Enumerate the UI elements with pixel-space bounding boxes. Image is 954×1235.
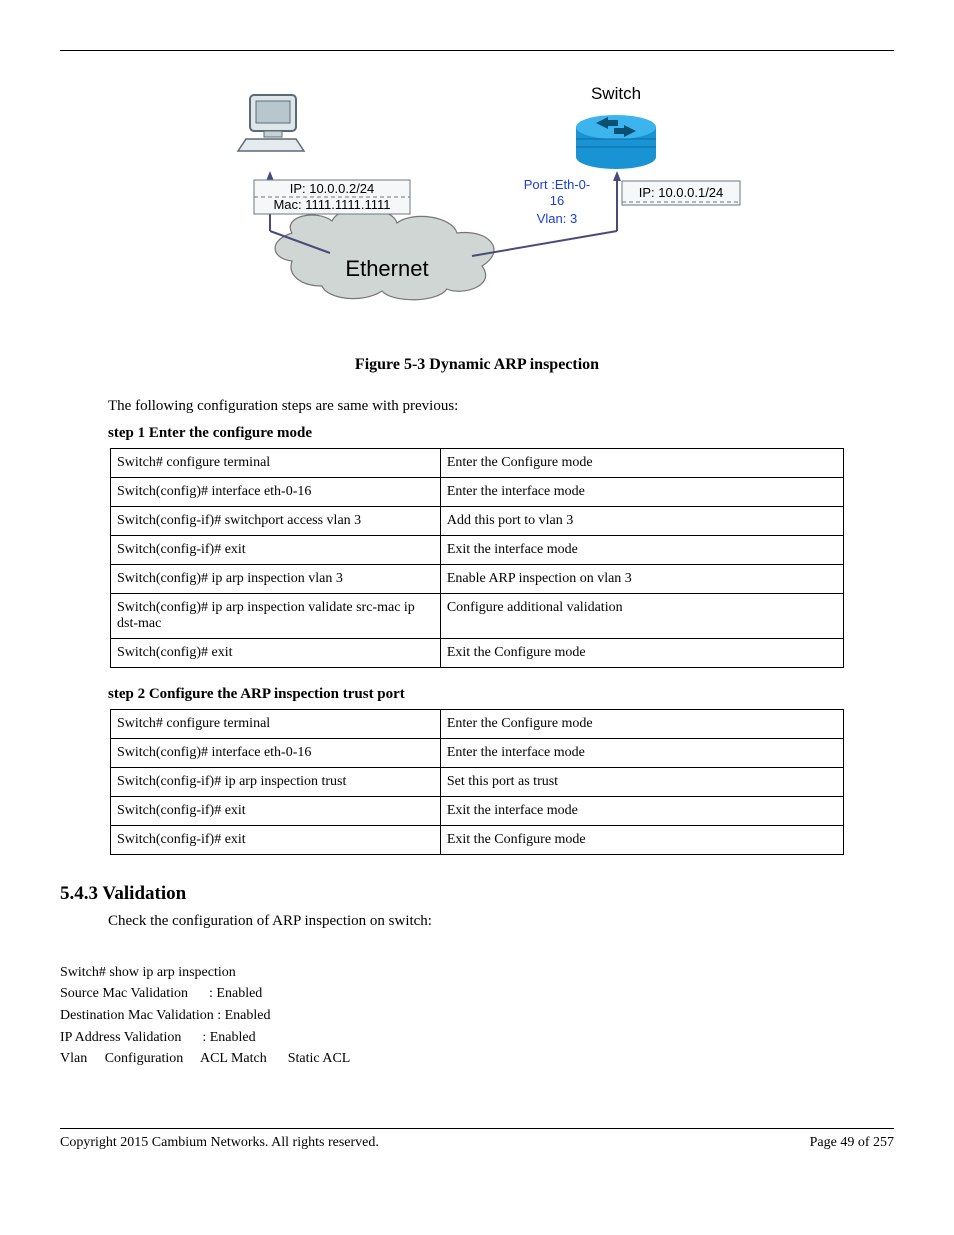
footer-rule bbox=[60, 1128, 894, 1129]
table-row: Switch(config-if)# exitExit the Configur… bbox=[111, 826, 844, 855]
footer-page: Page 49 of 257 bbox=[810, 1135, 894, 1151]
svg-text:Port :Eth-0-: Port :Eth-0- bbox=[524, 177, 590, 192]
switch-ip-box: IP: 10.0.0.1/24 bbox=[622, 181, 740, 205]
pc-label-box: IP: 10.0.0.2/24 Mac: 1111.1111.1111 bbox=[254, 180, 410, 214]
table-row: Switch(config)# interface eth-0-16Enter … bbox=[111, 478, 844, 507]
table-row: Switch# configure terminalEnter the Conf… bbox=[111, 710, 844, 739]
top-rule bbox=[60, 50, 894, 51]
table-row: Switch(config)# exitExit the Configure m… bbox=[111, 639, 844, 668]
table-row: Switch(config-if)# exitExit the interfac… bbox=[111, 797, 844, 826]
table-row: Switch(config-if)# switchport access vla… bbox=[111, 507, 844, 536]
page-footer: Copyright 2015 Cambium Networks. All rig… bbox=[60, 1135, 894, 1151]
table-row: Switch(config)# ip arp inspection valida… bbox=[111, 594, 844, 639]
table-row: Switch(config)# interface eth-0-16Enter … bbox=[111, 739, 844, 768]
pc-mac: Mac: 1111.1111.1111 bbox=[273, 197, 390, 212]
svg-text:16: 16 bbox=[550, 193, 564, 208]
table-row: Switch(config-if)# ip arp inspection tru… bbox=[111, 768, 844, 797]
footer-copyright: Copyright 2015 Cambium Networks. All rig… bbox=[60, 1135, 379, 1151]
validation-intro: Check the configuration of ARP inspectio… bbox=[60, 913, 894, 930]
section-validation-head: 5.4.3 Validation bbox=[60, 883, 894, 905]
table-row: Switch(config)# ip arp inspection vlan 3… bbox=[111, 565, 844, 594]
switch-ip: IP: 10.0.0.1/24 bbox=[639, 185, 724, 200]
table-row: Switch# configure terminalEnter the Conf… bbox=[111, 449, 844, 478]
switch-label: Switch bbox=[591, 84, 641, 103]
diagram-svg: Ethernet IP: 10.0.0.2/24 Mac: 1111.1111.… bbox=[212, 81, 742, 331]
step1-table: Switch# configure terminalEnter the Conf… bbox=[110, 448, 844, 668]
port-annotation: Port :Eth-0- 16 Vlan: 3 bbox=[524, 177, 590, 226]
table-row: Switch(config-if)# exitExit the interfac… bbox=[111, 536, 844, 565]
svg-text:Vlan: 3: Vlan: 3 bbox=[537, 211, 577, 226]
steps-intro: The following configuration steps are sa… bbox=[60, 398, 894, 415]
step1-head: step 1 Enter the configure mode bbox=[60, 425, 894, 442]
topology-diagram: Ethernet IP: 10.0.0.2/24 Mac: 1111.1111.… bbox=[212, 81, 742, 336]
validation-output: Switch# show ip arp inspection Source Ma… bbox=[60, 940, 894, 1092]
step2-table: Switch# configure terminalEnter the Conf… bbox=[110, 709, 844, 855]
step2-head: step 2 Configure the ARP inspection trus… bbox=[60, 686, 894, 703]
switch-icon: Switch bbox=[576, 84, 656, 169]
pc-icon bbox=[238, 95, 304, 151]
diagram-caption: Figure 5-3 Dynamic ARP inspection bbox=[60, 356, 894, 374]
cloud-label: Ethernet bbox=[345, 256, 428, 281]
pc-ip: IP: 10.0.0.2/24 bbox=[290, 181, 375, 196]
